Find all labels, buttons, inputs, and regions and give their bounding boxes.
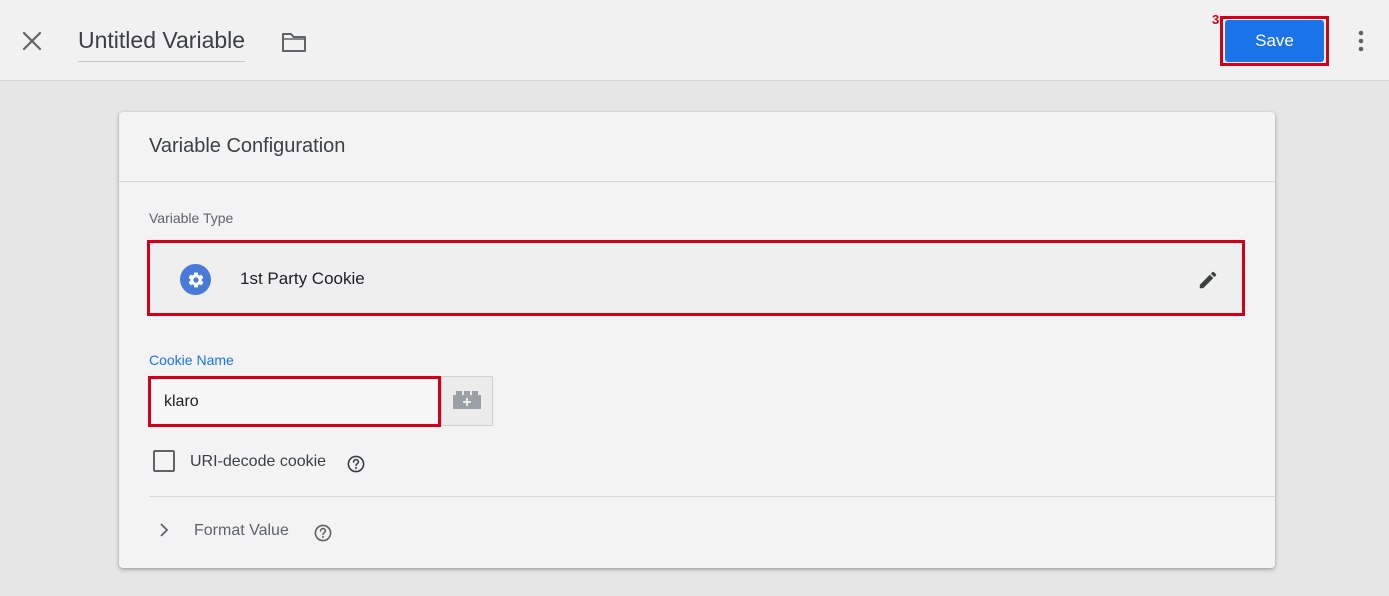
- close-button[interactable]: [14, 23, 50, 59]
- card-title: Variable Configuration: [149, 135, 346, 157]
- format-value-label: Format Value: [194, 522, 289, 539]
- close-icon: [22, 31, 42, 51]
- variable-configuration-card: Variable Configuration Variable Type 1st…: [119, 112, 1275, 568]
- cookie-name-input[interactable]: [152, 380, 437, 423]
- lego-brick-icon: [453, 391, 481, 409]
- folder-button[interactable]: [280, 28, 308, 56]
- variable-type-label: Variable Type: [149, 210, 234, 226]
- variable-type-value: 1st Party Cookie: [240, 269, 365, 288]
- uri-decode-checkbox[interactable]: [153, 450, 175, 472]
- uri-decode-label: URI-decode cookie: [190, 453, 327, 470]
- variable-type-selector[interactable]: 1st Party Cookie: [147, 240, 1245, 316]
- section-divider: [149, 496, 1275, 497]
- card-divider: [119, 181, 1275, 182]
- variable-name-title[interactable]: Untitled Variable: [78, 26, 246, 62]
- variable-picker-button[interactable]: [441, 376, 493, 426]
- editor-header: Untitled Variable 3 Save: [0, 0, 1389, 81]
- cookie-name-label: Cookie Name: [149, 352, 234, 368]
- format-value-toggle[interactable]: Format Value: [149, 512, 449, 550]
- help-icon[interactable]: [314, 524, 332, 542]
- gear-icon: [180, 264, 211, 295]
- pencil-icon[interactable]: [1193, 265, 1223, 295]
- more-options-button[interactable]: [1346, 24, 1376, 58]
- chevron-right-icon: [155, 521, 173, 539]
- help-icon[interactable]: [347, 455, 365, 473]
- more-vert-icon: [1358, 30, 1364, 52]
- annotation-marker-3: 3: [1212, 12, 1220, 27]
- folder-icon: [282, 33, 306, 52]
- save-button[interactable]: Save: [1225, 20, 1324, 62]
